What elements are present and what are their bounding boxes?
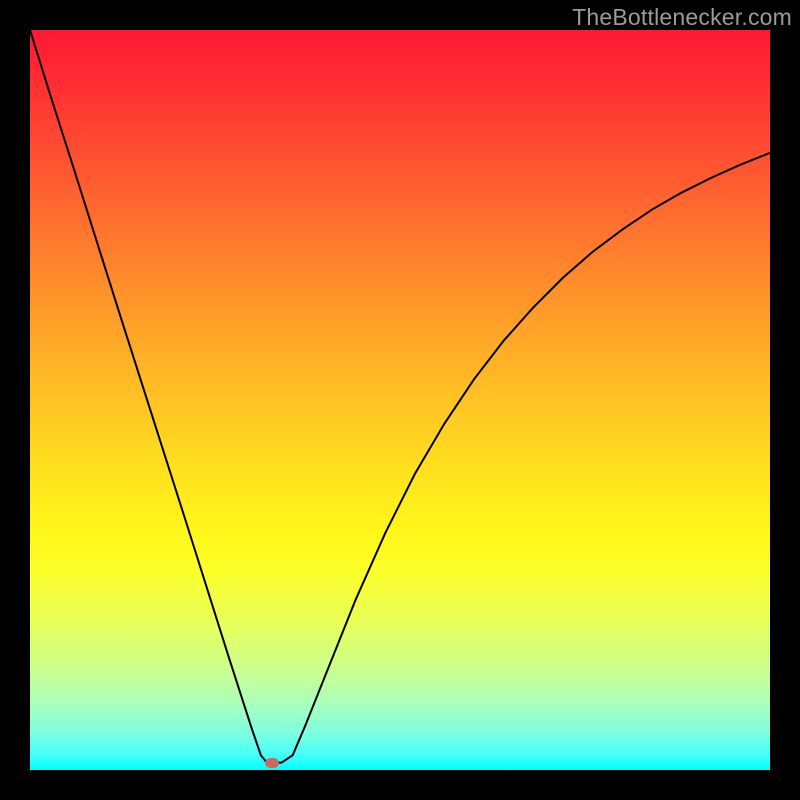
optimum-marker [265, 758, 279, 768]
bottleneck-curve-path [30, 30, 770, 763]
chart-container: TheBottlenecker.com [0, 0, 800, 800]
curve-svg [30, 30, 770, 770]
plot-area [30, 30, 770, 770]
watermark-text: TheBottlenecker.com [572, 4, 792, 31]
